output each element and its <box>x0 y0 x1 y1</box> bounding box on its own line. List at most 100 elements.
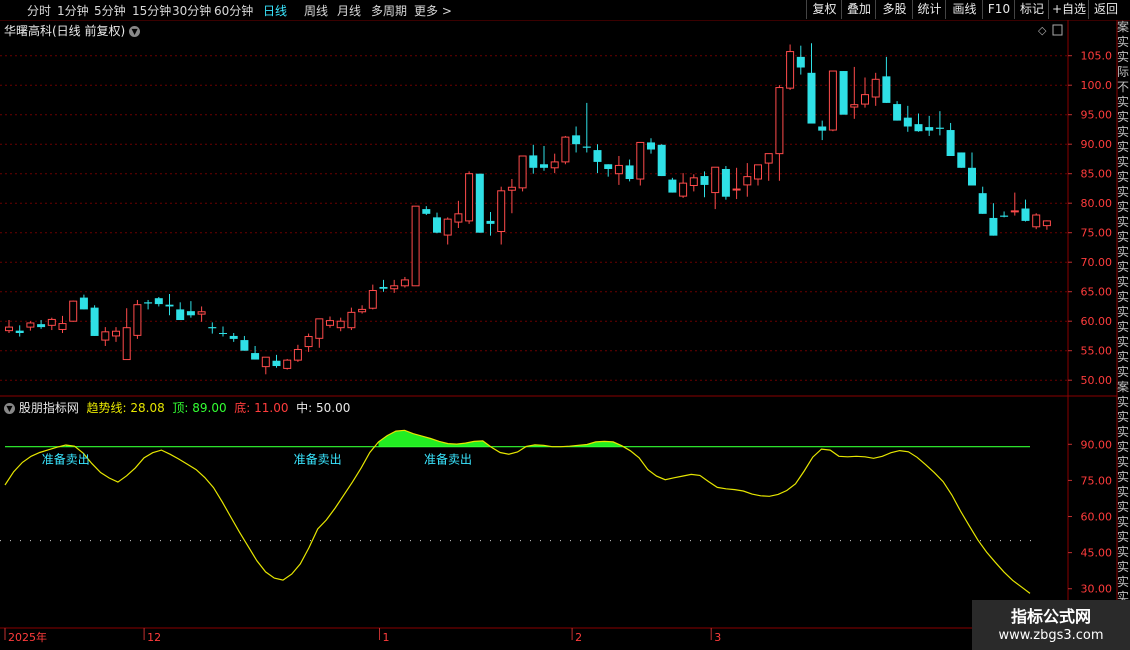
candle-body <box>497 190 506 233</box>
candle <box>336 317 345 332</box>
candle-body <box>561 136 570 163</box>
candle <box>347 307 356 331</box>
candle-body <box>422 209 431 214</box>
candle <box>208 322 217 334</box>
candle <box>989 203 998 236</box>
candle-body <box>668 179 677 193</box>
candle <box>550 153 559 174</box>
candle <box>283 358 292 370</box>
candle-body <box>786 51 795 89</box>
candle-body <box>454 213 463 223</box>
candle-body <box>540 164 548 168</box>
candle <box>15 325 24 337</box>
candle-body <box>251 353 260 360</box>
candle-body <box>593 150 602 162</box>
candle-body <box>304 336 313 348</box>
candle-body <box>1042 220 1051 227</box>
candle-body <box>775 87 784 155</box>
candle-body <box>882 76 891 103</box>
candle-body <box>529 155 538 168</box>
x-tick-label: 2025年 <box>8 630 47 644</box>
candle-body <box>219 333 227 334</box>
candle <box>807 43 816 124</box>
ind-y-tick-label: 60.00 <box>1081 511 1113 524</box>
top-label: 顶: <box>172 401 189 415</box>
indicator-name[interactable]: 股朋指标网 <box>19 401 79 415</box>
candle <box>326 316 334 328</box>
watermark-title: 指标公式网 <box>1010 607 1091 626</box>
candle <box>101 327 110 346</box>
candle-body <box>914 124 923 132</box>
candle <box>454 200 463 228</box>
candle-body <box>764 153 773 164</box>
candle-body <box>261 356 270 368</box>
candle <box>475 173 484 233</box>
candle-body <box>293 349 302 361</box>
candle-body <box>796 56 805 68</box>
chart-canvas[interactable]: 准备卖出 准备卖出 准备卖出 50.00 55.00 60.00 65.00 70.00 75… <box>0 0 1130 650</box>
candle-body <box>903 117 912 127</box>
candle <box>786 44 795 90</box>
candle-body <box>839 71 848 115</box>
candle-body <box>465 173 474 222</box>
ind-y-tick-label: 45.00 <box>1081 547 1113 560</box>
candle <box>112 327 120 342</box>
candle-body <box>283 359 292 369</box>
candle-body <box>433 217 441 233</box>
candle-body <box>968 167 976 186</box>
y-tick-label: 95.00 <box>1081 109 1113 122</box>
candle <box>529 144 538 174</box>
candle <box>293 344 302 362</box>
candle-body <box>893 104 902 121</box>
candle-body <box>550 161 559 169</box>
candle <box>368 284 377 310</box>
candle <box>90 305 99 336</box>
candle <box>176 302 185 321</box>
candle-body <box>101 331 110 341</box>
candle-body <box>197 311 206 315</box>
candle-body <box>1000 215 1009 217</box>
candle <box>26 321 35 331</box>
candle-body <box>165 304 174 307</box>
candle-body <box>400 279 409 287</box>
y-tick-label: 90.00 <box>1081 138 1113 151</box>
candle-body <box>700 176 709 185</box>
candle <box>37 320 46 329</box>
candle <box>379 279 388 292</box>
candle-body <box>475 173 484 233</box>
candle <box>261 356 270 375</box>
candle <box>69 300 78 322</box>
candle <box>882 56 891 103</box>
candle <box>315 318 324 348</box>
candle <box>668 177 677 193</box>
side-info-strip: 案实实际不实实实实实实实实实实实实实实实实实实实案实实实实实实实实实实实实实实实… <box>1117 20 1130 630</box>
candle <box>229 333 238 342</box>
candle-body <box>154 298 163 305</box>
candle-body <box>272 360 281 367</box>
candle-body <box>326 320 334 326</box>
candle-body <box>186 311 195 316</box>
candle-body <box>240 340 249 351</box>
candle-body <box>807 72 816 124</box>
candle <box>636 141 645 186</box>
candle <box>647 138 655 154</box>
candle <box>422 206 431 215</box>
candle-body <box>850 104 859 108</box>
candle <box>197 306 206 322</box>
candle-body <box>721 168 730 197</box>
candle <box>679 173 688 198</box>
y-tick-label: 55.00 <box>1081 345 1113 358</box>
candle <box>743 163 752 197</box>
candle-body <box>754 164 762 180</box>
candle-body <box>229 335 238 339</box>
candle <box>518 155 527 192</box>
chevron-down-icon[interactable]: ▼ <box>4 403 15 414</box>
candle-body <box>79 297 88 310</box>
candle-body <box>411 205 420 287</box>
candle-body <box>37 324 46 328</box>
axis-layer: 50.00 55.00 60.00 65.00 70.00 75.00 80.00 85.00… <box>4 24 1113 644</box>
diamond-icon: ◇ <box>1038 24 1047 37</box>
candle <box>657 144 666 177</box>
bottom-value: 11.00 <box>254 401 289 415</box>
candle-body <box>122 327 131 361</box>
